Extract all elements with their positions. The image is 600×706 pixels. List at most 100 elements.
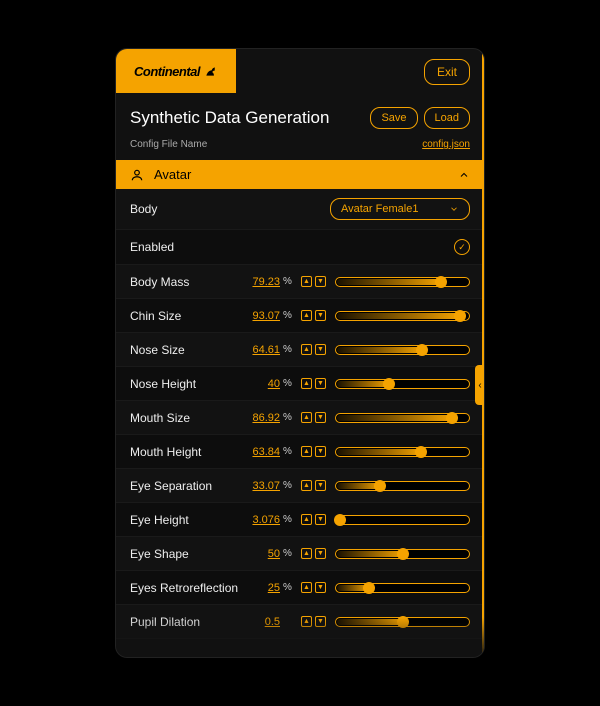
param-value[interactable]: 50 (240, 548, 280, 560)
avatar-section-header[interactable]: Avatar (116, 160, 484, 189)
section-title: Avatar (154, 167, 191, 182)
step-down-button[interactable]: ▼ (315, 412, 326, 423)
param-slider[interactable] (335, 615, 470, 629)
top-bar: Continental Exit (116, 49, 484, 93)
slider-thumb[interactable] (397, 548, 409, 560)
slider-thumb[interactable] (416, 344, 428, 356)
param-label: Eye Shape (130, 547, 240, 561)
body-value: Avatar Female1 (341, 203, 418, 215)
load-button[interactable]: Load (424, 107, 470, 129)
param-unit: % (283, 412, 295, 423)
param-slider[interactable] (335, 547, 470, 561)
param-slider[interactable] (335, 343, 470, 357)
param-slider[interactable] (335, 275, 470, 289)
param-unit: % (283, 446, 295, 457)
param-value[interactable]: 86.92 (240, 412, 280, 424)
step-up-button[interactable]: ▲ (301, 548, 312, 559)
step-down-button[interactable]: ▼ (315, 446, 326, 457)
chevron-up-icon (458, 169, 470, 181)
config-file-link[interactable]: config.json (422, 139, 470, 150)
slider-thumb[interactable] (435, 276, 447, 288)
enabled-toggle[interactable]: ✓ (454, 239, 470, 255)
param-value[interactable]: 63.84 (240, 446, 280, 458)
slider-thumb[interactable] (383, 378, 395, 390)
param-slider[interactable] (335, 377, 470, 391)
params-scroll-area[interactable]: Body Avatar Female1 Enabled ✓ Body Mass7… (116, 189, 484, 657)
slider-thumb[interactable] (397, 616, 409, 628)
param-value[interactable]: 33.07 (240, 480, 280, 492)
config-row: Config File Name config.json (116, 135, 484, 160)
step-up-button[interactable]: ▲ (301, 514, 312, 525)
brand-logo: Continental (116, 49, 236, 93)
param-unit: % (283, 378, 295, 389)
chevron-down-icon (449, 204, 459, 214)
param-slider[interactable] (335, 513, 470, 527)
param-label: Nose Height (130, 377, 240, 391)
param-value[interactable]: 79.23 (240, 276, 280, 288)
step-up-button[interactable]: ▲ (301, 616, 312, 627)
slider-thumb[interactable] (454, 310, 466, 322)
param-row: Body Mass79.23%▲▼ (116, 265, 484, 299)
step-down-button[interactable]: ▼ (315, 582, 326, 593)
step-up-button[interactable]: ▲ (301, 412, 312, 423)
step-up-button[interactable]: ▲ (301, 446, 312, 457)
param-value[interactable]: 93.07 (240, 310, 280, 322)
step-down-button[interactable]: ▼ (315, 616, 326, 627)
slider-thumb[interactable] (334, 514, 346, 526)
slider-thumb[interactable] (363, 582, 375, 594)
step-up-button[interactable]: ▲ (301, 310, 312, 321)
param-value[interactable]: 0.5 (240, 616, 280, 628)
step-up-button[interactable]: ▲ (301, 480, 312, 491)
param-label: Chin Size (130, 309, 240, 323)
config-label: Config File Name (130, 139, 207, 150)
param-label: Eye Separation (130, 479, 240, 493)
step-up-button[interactable]: ▲ (301, 344, 312, 355)
param-label: Pupil Dilation (130, 615, 240, 629)
param-row: Pupil Dilation0.5 ▲▼ (116, 605, 484, 639)
param-value[interactable]: 64.61 (240, 344, 280, 356)
app-panel: Continental Exit Synthetic Data Generati… (115, 48, 485, 658)
param-row: Eyes Retroreflection25%▲▼ (116, 571, 484, 605)
param-slider[interactable] (335, 411, 470, 425)
step-down-button[interactable]: ▼ (315, 480, 326, 491)
slider-thumb[interactable] (374, 480, 386, 492)
param-row: Nose Size64.61%▲▼ (116, 333, 484, 367)
slider-thumb[interactable] (415, 446, 427, 458)
param-value[interactable]: 3.076 (240, 514, 280, 526)
step-down-button[interactable]: ▼ (315, 514, 326, 525)
brand-horse-icon (204, 64, 218, 78)
param-slider[interactable] (335, 445, 470, 459)
collapse-side-tab[interactable]: ‹ (475, 365, 485, 405)
param-slider[interactable] (335, 309, 470, 323)
param-row: Chin Size93.07%▲▼ (116, 299, 484, 333)
param-row: Mouth Size86.92%▲▼ (116, 401, 484, 435)
param-unit: % (283, 548, 295, 559)
step-up-button[interactable]: ▲ (301, 378, 312, 389)
step-down-button[interactable]: ▼ (315, 310, 326, 321)
step-down-button[interactable]: ▼ (315, 276, 326, 287)
step-up-button[interactable]: ▲ (301, 582, 312, 593)
param-label: Mouth Height (130, 445, 240, 459)
param-unit: % (283, 514, 295, 525)
param-unit: % (283, 480, 295, 491)
param-slider[interactable] (335, 581, 470, 595)
enabled-label: Enabled (130, 240, 240, 254)
title-row: Synthetic Data Generation Save Load (116, 93, 484, 135)
param-label: Eye Height (130, 513, 240, 527)
save-button[interactable]: Save (370, 107, 417, 129)
enabled-row: Enabled ✓ (116, 230, 484, 265)
slider-thumb[interactable] (446, 412, 458, 424)
param-row: Nose Height40% ▲▼ (116, 367, 484, 401)
step-down-button[interactable]: ▼ (315, 548, 326, 559)
exit-button[interactable]: Exit (424, 59, 470, 85)
step-down-button[interactable]: ▼ (315, 344, 326, 355)
param-slider[interactable] (335, 479, 470, 493)
param-row: Mouth Height63.84% ▲▼ (116, 435, 484, 469)
step-up-button[interactable]: ▲ (301, 276, 312, 287)
param-value[interactable]: 40 (240, 378, 280, 390)
param-row: Eye Height3.076% ▲▼ (116, 503, 484, 537)
body-select[interactable]: Avatar Female1 (330, 198, 470, 220)
param-label: Nose Size (130, 343, 240, 357)
param-value[interactable]: 25 (240, 582, 280, 594)
step-down-button[interactable]: ▼ (315, 378, 326, 389)
